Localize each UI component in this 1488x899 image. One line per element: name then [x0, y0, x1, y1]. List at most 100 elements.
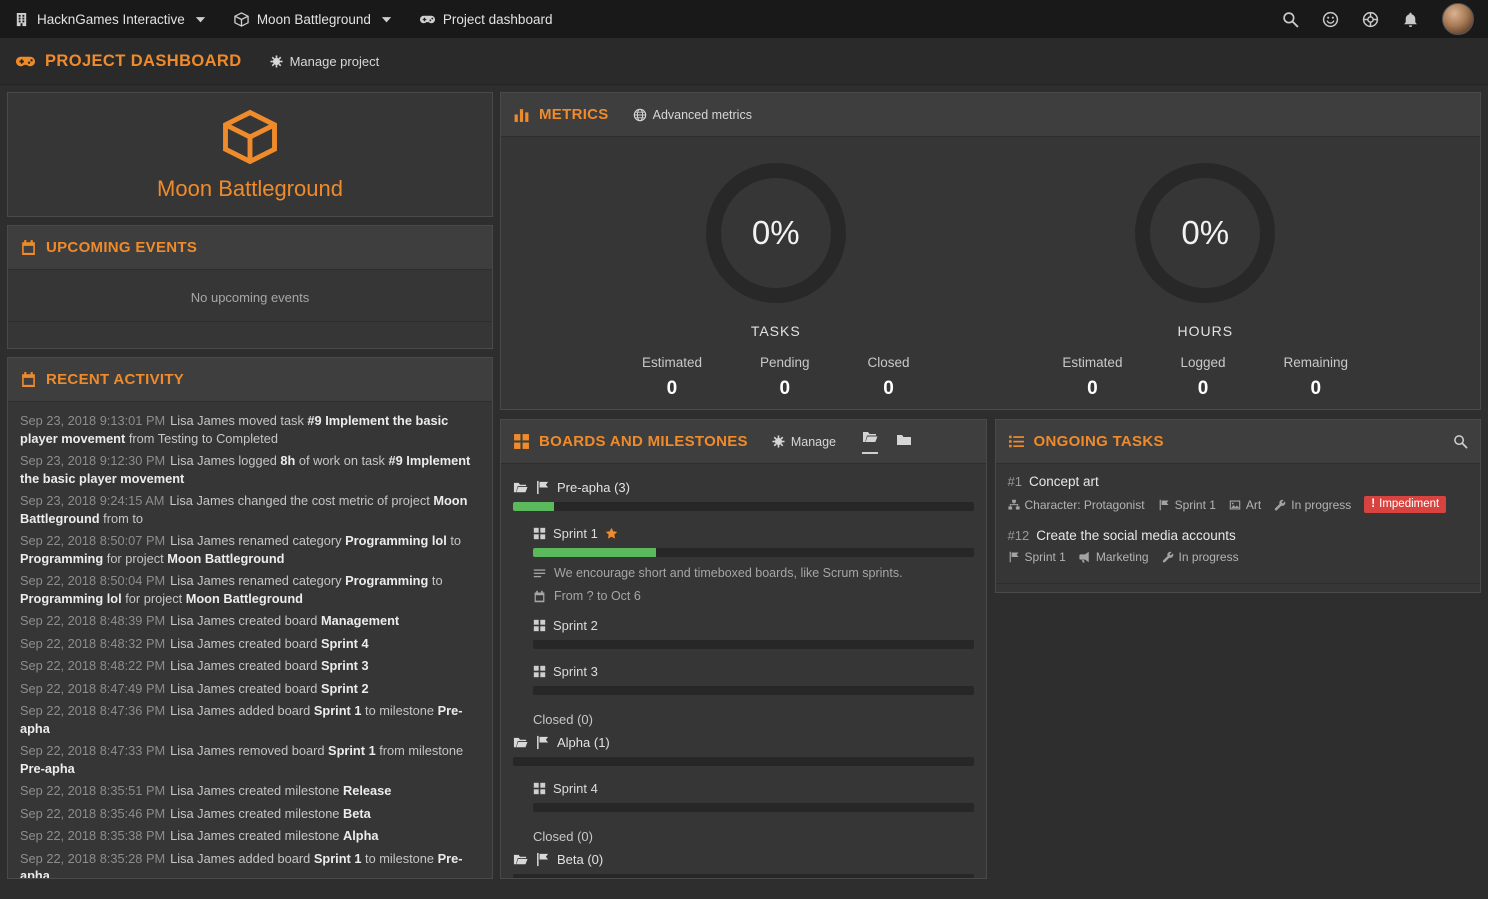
advanced-metrics-button[interactable]: Advanced metrics	[633, 108, 752, 122]
activity-time: Sep 22, 2018 8:48:22 PM	[20, 658, 165, 673]
activity-time: Sep 22, 2018 8:35:38 PM	[20, 828, 165, 843]
smiley-icon[interactable]	[1322, 11, 1339, 28]
board-description: We encourage short and timeboxed boards,…	[533, 566, 974, 580]
org-menu[interactable]: HacknGames Interactive	[14, 12, 208, 27]
gauge-ring: 0%	[706, 163, 846, 303]
task-item[interactable]: #1Concept artCharacter: ProtagonistSprin…	[1008, 474, 1469, 513]
upcoming-events-header: UPCOMING EVENTS	[8, 226, 492, 270]
board-row[interactable]: Sprint 2	[533, 618, 974, 633]
task-tag: Art	[1229, 498, 1261, 512]
bell-icon[interactable]	[1402, 11, 1419, 28]
activity-item: Sep 22, 2018 8:48:32 PMLisa James create…	[20, 635, 480, 653]
board-row[interactable]: Sprint 1	[533, 526, 974, 541]
stat: Pending 0	[760, 355, 810, 400]
activity-time: Sep 22, 2018 8:35:46 PM	[20, 806, 165, 821]
milestone: Pre-apha (3)	[513, 480, 974, 511]
activity-item: Sep 22, 2018 8:35:38 PMLisa James create…	[20, 827, 480, 845]
chevron-down-icon	[379, 12, 394, 27]
folder-icon	[896, 432, 912, 448]
app-window: HacknGames Interactive Moon Battleground…	[0, 0, 1488, 899]
stat-value: 0	[1062, 378, 1122, 400]
stat-name: Pending	[760, 355, 810, 370]
flag-icon	[535, 735, 550, 750]
closed-boards-link[interactable]: Closed (0)	[533, 829, 974, 844]
activity-item: Sep 22, 2018 8:50:04 PMLisa James rename…	[20, 572, 480, 607]
project-menu[interactable]: Moon Battleground	[234, 12, 394, 27]
flag-icon	[535, 480, 550, 495]
activity-item: Sep 23, 2018 9:13:01 PMLisa James moved …	[20, 412, 480, 447]
help-wheel-icon[interactable]	[1362, 11, 1379, 28]
activity-item: Sep 22, 2018 8:50:07 PMLisa James rename…	[20, 532, 480, 567]
gear-icon	[772, 435, 785, 448]
task-tag: In progress	[1162, 550, 1239, 564]
activity-time: Sep 23, 2018 9:13:01 PM	[20, 413, 165, 428]
project-card-name: Moon Battleground	[18, 176, 482, 202]
project-card[interactable]: Moon Battleground	[7, 92, 493, 217]
task-id: #12	[1008, 528, 1030, 543]
building-icon	[14, 12, 29, 27]
activity-item: Sep 22, 2018 8:35:51 PMLisa James create…	[20, 782, 480, 800]
task-item[interactable]: #12Create the social media accountsSprin…	[1008, 528, 1469, 564]
image-icon	[1229, 499, 1241, 511]
activity-item: Sep 22, 2018 8:47:36 PMLisa James added …	[20, 702, 480, 737]
lines-icon	[533, 567, 546, 580]
collapse-all-button[interactable]	[896, 432, 912, 451]
gauge-ring: 0%	[1135, 163, 1275, 303]
stat-value: 0	[760, 378, 810, 400]
stat-value: 0	[868, 378, 910, 400]
task-title: Create the social media accounts	[1036, 528, 1236, 543]
activity-time: Sep 22, 2018 8:50:07 PM	[20, 533, 165, 548]
activity-time: Sep 22, 2018 8:35:51 PM	[20, 783, 165, 798]
milestone-row[interactable]: Alpha (1)	[513, 735, 974, 750]
lower-row: BOARDS AND MILESTONES Manage Pre-apha (3…	[500, 419, 1481, 879]
task-tag: Marketing	[1079, 550, 1149, 564]
avatar[interactable]	[1442, 3, 1474, 35]
star-icon	[605, 527, 618, 540]
upcoming-events-title: UPCOMING EVENTS	[20, 239, 197, 256]
stat: Logged0	[1180, 355, 1225, 400]
board-row[interactable]: Sprint 4	[533, 781, 974, 796]
metric-gauge: 0%TASKSEstimated0Pending0Closed0	[561, 163, 991, 400]
manage-boards-button[interactable]: Manage	[772, 435, 836, 449]
cube-icon	[234, 12, 249, 27]
ongoing-tasks-title: ONGOING TASKS	[1008, 433, 1164, 450]
milestone-progress-bar	[513, 502, 974, 511]
boards-header: BOARDS AND MILESTONES Manage	[501, 420, 986, 464]
page-name: Project dashboard	[443, 12, 553, 27]
task-title: Concept art	[1029, 474, 1099, 489]
task-list-icon	[1008, 433, 1025, 450]
manage-project-button[interactable]: Manage project	[270, 54, 380, 69]
sitemap-icon	[1008, 499, 1020, 511]
board-progress-bar	[533, 803, 974, 812]
task-meta: Character: ProtagonistSprint 1ArtIn prog…	[1008, 496, 1469, 513]
expand-all-button[interactable]	[862, 429, 878, 454]
gauge-label: HOURS	[991, 323, 1421, 339]
activity-item: Sep 23, 2018 9:24:15 AMLisa James change…	[20, 492, 480, 527]
metrics-body: 0%TASKSEstimated0Pending0Closed00%HOURSE…	[501, 137, 1480, 400]
gamepad-icon	[16, 52, 35, 71]
activity-time: Sep 23, 2018 9:24:15 AM	[20, 493, 164, 508]
metrics-title: METRICS	[513, 106, 609, 123]
milestone-row[interactable]: Pre-apha (3)	[513, 480, 974, 495]
recent-activity-header: RECENT ACTIVITY	[8, 358, 492, 402]
impediment-badge: !Impediment	[1364, 496, 1446, 513]
board-row[interactable]: Sprint 3	[533, 664, 974, 679]
wrench-icon	[1162, 551, 1174, 563]
board: Sprint 2	[533, 618, 974, 649]
task-meta: Sprint 1MarketingIn progress	[1008, 550, 1469, 564]
milestone-label: Beta (0)	[557, 852, 603, 867]
project-name: Moon Battleground	[257, 12, 371, 27]
activity-time: Sep 22, 2018 8:35:28 PM	[20, 851, 165, 866]
search-tasks-icon[interactable]	[1453, 434, 1468, 449]
search-icon[interactable]	[1282, 11, 1299, 28]
activity-time: Sep 22, 2018 8:47:33 PM	[20, 743, 165, 758]
milestone-progress-bar	[513, 757, 974, 766]
activity-time: Sep 22, 2018 8:48:39 PM	[20, 613, 165, 628]
milestone-row[interactable]: Beta (0)	[513, 852, 974, 867]
task-tag: Sprint 1	[1158, 498, 1216, 512]
closed-boards-link[interactable]: Closed (0)	[533, 712, 974, 727]
nav-project-dashboard[interactable]: Project dashboard	[420, 12, 553, 27]
activity-time: Sep 22, 2018 8:48:32 PM	[20, 636, 165, 651]
activity-time: Sep 23, 2018 9:12:30 PM	[20, 453, 165, 468]
globe-icon	[633, 108, 647, 122]
